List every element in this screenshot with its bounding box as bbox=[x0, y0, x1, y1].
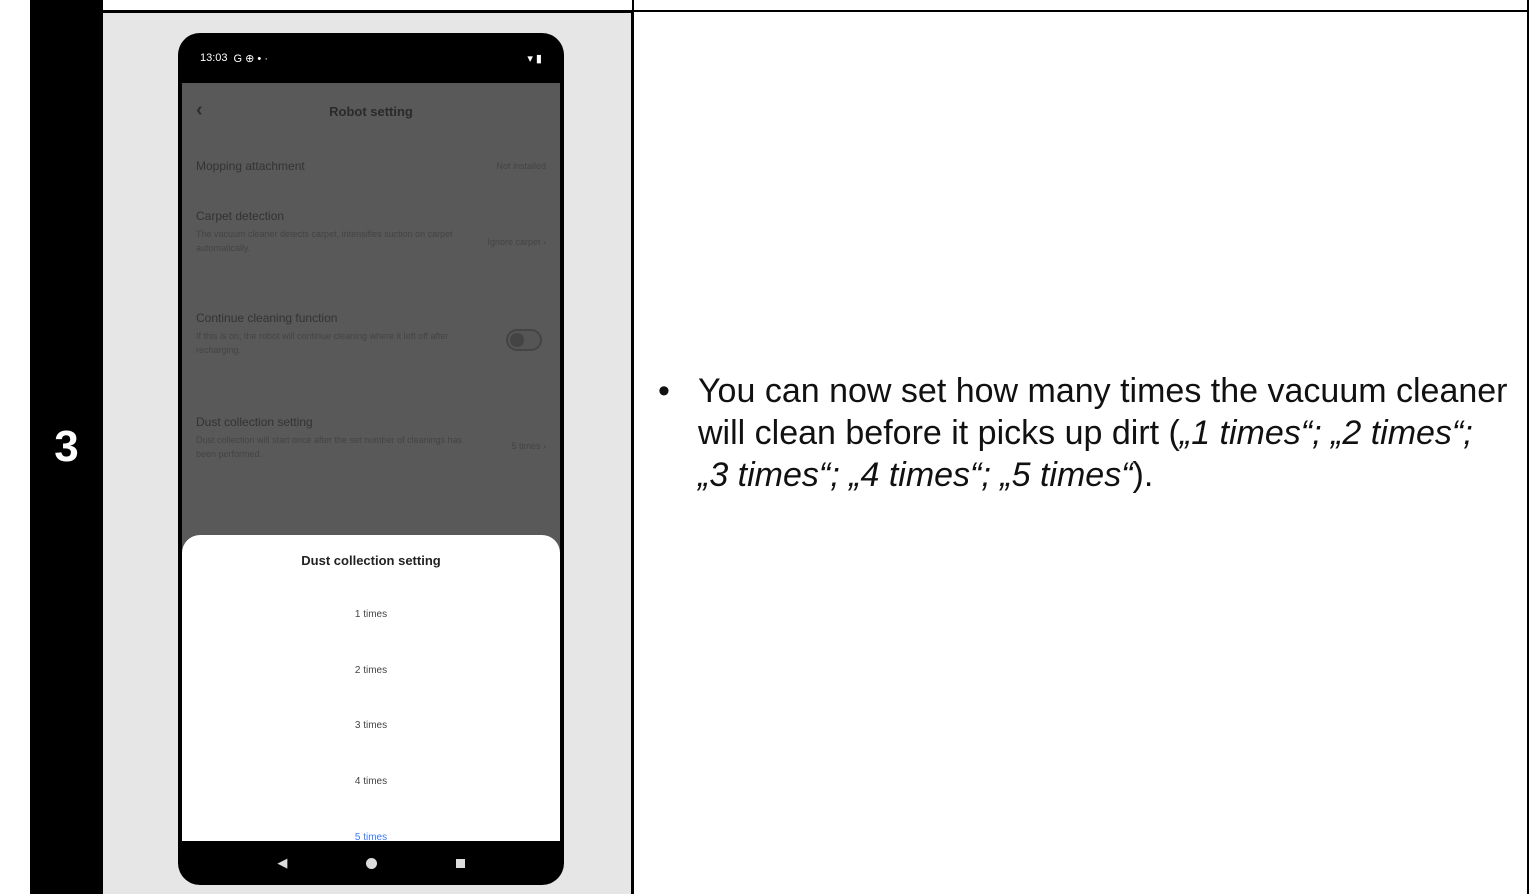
option-2-times[interactable]: 2 times bbox=[182, 665, 560, 676]
setting-value: 5 times › bbox=[511, 441, 546, 451]
setting-description: The vacuum cleaner detects carpet, inten… bbox=[196, 229, 453, 253]
option-3-times[interactable]: 3 times bbox=[182, 720, 560, 731]
option-text: „1 times“ bbox=[1179, 414, 1313, 452]
nav-back-icon[interactable]: ◀ bbox=[277, 855, 287, 871]
continue-cleaning-toggle[interactable] bbox=[506, 329, 542, 351]
status-icons: G ⊕ • · bbox=[233, 52, 268, 65]
setting-mopping-attachment[interactable]: Mopping attachment Not installed bbox=[196, 159, 546, 173]
setting-value: Ignore carpet › bbox=[487, 237, 546, 247]
status-bar: 13:03 G ⊕ • · ▾ ▮ bbox=[178, 33, 564, 83]
android-nav-bar: ◀ bbox=[178, 841, 564, 885]
recent-apps-icon[interactable] bbox=[455, 858, 465, 868]
option-5-times[interactable]: 5 times bbox=[182, 832, 560, 841]
setting-title: Mopping attachment bbox=[196, 159, 305, 173]
setting-title: Carpet detection bbox=[196, 209, 285, 223]
step-number-cell: 3 bbox=[30, 0, 103, 894]
table-right-border bbox=[1527, 0, 1529, 894]
instruction-bullet: • You can now set how many times the vac… bbox=[658, 370, 1508, 496]
wifi-battery-icon: ▾ ▮ bbox=[527, 52, 542, 65]
instruction-table: 3 13:03 G ⊕ • · ▾ ▮ ‹ Robot setting Mopp… bbox=[0, 0, 1536, 894]
sheet-title: Dust collection setting bbox=[301, 553, 441, 568]
bullet-dot: • bbox=[658, 372, 670, 410]
setting-continue-cleaning[interactable]: Continue cleaning function If this is on… bbox=[196, 311, 546, 357]
option-text: „5 times“ bbox=[1000, 456, 1133, 494]
setting-dust-collection[interactable]: Dust collection setting Dust collection … bbox=[196, 415, 546, 461]
option-4-times[interactable]: 4 times bbox=[182, 776, 560, 787]
status-time: 13:03 bbox=[200, 52, 228, 64]
option-1-times[interactable]: 1 times bbox=[182, 609, 560, 620]
option-text: „2 times“ bbox=[1331, 414, 1464, 452]
instruction-cell: • You can now set how many times the vac… bbox=[634, 12, 1527, 894]
instruction-text: You can now set how many times the vacuu… bbox=[698, 372, 1508, 494]
step-number: 3 bbox=[54, 422, 79, 471]
setting-description: Dust collection will start once after th… bbox=[196, 435, 463, 459]
chevron-left-icon[interactable]: ‹ bbox=[196, 99, 203, 122]
app-header: ‹ Robot setting bbox=[182, 83, 560, 139]
option-text: „3 times“ bbox=[698, 456, 831, 494]
app-screen: ‹ Robot setting Mopping attachment Not i… bbox=[182, 83, 560, 841]
option-text: „4 times“ bbox=[849, 456, 982, 494]
setting-carpet-detection[interactable]: Carpet detection The vacuum cleaner dete… bbox=[196, 209, 546, 255]
dust-collection-sheet: Dust collection setting 1 times 2 times … bbox=[182, 535, 560, 841]
phone-screenshot: 13:03 G ⊕ • · ▾ ▮ ‹ Robot setting Moppin… bbox=[178, 33, 564, 885]
page-title: Robot setting bbox=[329, 103, 413, 119]
setting-value: Not installed bbox=[496, 161, 546, 171]
home-icon[interactable] bbox=[365, 857, 377, 869]
setting-title: Dust collection setting bbox=[196, 415, 313, 429]
setting-title: Continue cleaning function bbox=[196, 311, 338, 325]
setting-description: If this is on, the robot will continue c… bbox=[196, 331, 449, 355]
